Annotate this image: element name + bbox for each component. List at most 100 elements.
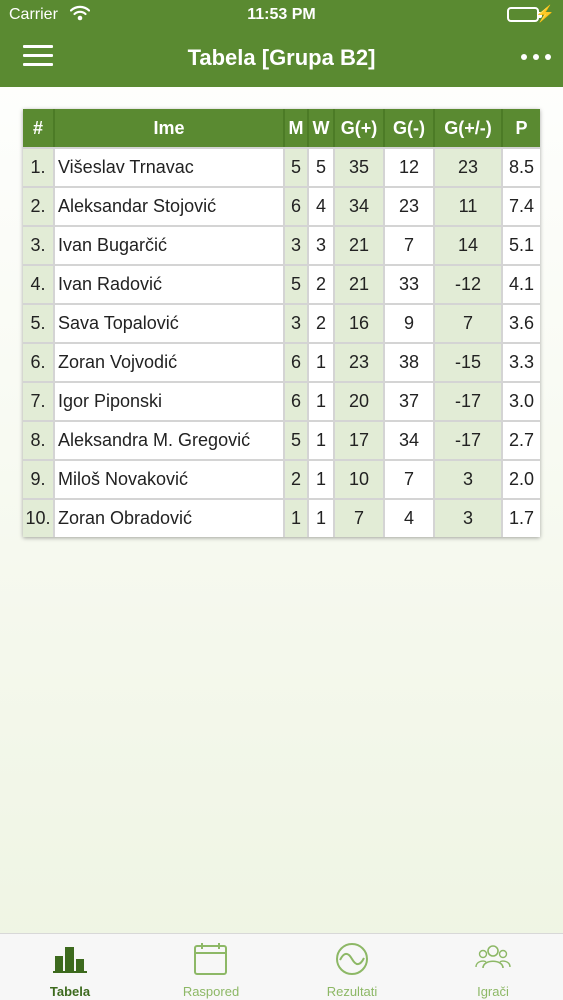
more-dots-icon[interactable] (519, 48, 553, 68)
table-row[interactable]: 4. Ivan Radović 5 2 21 33 -12 4.1 (23, 264, 540, 303)
wins-cell: 1 (309, 342, 335, 381)
matches-cell: 5 (285, 147, 309, 186)
rank-cell: 2. (23, 186, 55, 225)
matches-cell: 6 (285, 342, 309, 381)
column-header-matches[interactable]: M (285, 109, 309, 147)
scores-icon (336, 943, 368, 975)
rank-cell: 4. (23, 264, 55, 303)
rank-cell: 1. (23, 147, 55, 186)
goals-against-cell: 33 (385, 264, 435, 303)
rank-cell: 3. (23, 225, 55, 264)
table-row[interactable]: 8. Aleksandra M. Gregović 5 1 17 34 -17 2.7 (23, 420, 540, 459)
rank-cell: 9. (23, 459, 55, 498)
table-row[interactable]: 5. Sava Topalović 3 2 16 9 7 3.6 (23, 303, 540, 342)
player-name-cell: Sava Topalović (55, 303, 285, 342)
tab-label: Rezultati (326, 984, 378, 999)
column-header-name[interactable]: Ime (55, 109, 285, 147)
status-time: 11:53 PM (247, 6, 316, 23)
tab-raspored[interactable]: Raspored (141, 934, 281, 1000)
tab-label: Tabela (49, 984, 91, 999)
wins-cell: 1 (309, 498, 335, 537)
column-header-goal-difference[interactable]: G(+/-) (435, 109, 503, 147)
column-header-rank[interactable]: # (23, 109, 55, 147)
standings-table: # Ime M W G(+) G(-) G(+/-) P 1. Višeslav … (23, 109, 540, 537)
player-name-cell: Aleksandar Stojović (55, 186, 285, 225)
rank-cell: 5. (23, 303, 55, 342)
player-name-cell: Miloš Novaković (55, 459, 285, 498)
table-row[interactable]: 2. Aleksandar Stojović 6 4 34 23 11 7.4 (23, 186, 540, 225)
goals-against-cell: 7 (385, 459, 435, 498)
rank-cell: 8. (23, 420, 55, 459)
player-name-cell: Zoran Vojvodić (55, 342, 285, 381)
goals-for-cell: 21 (335, 264, 385, 303)
table-row[interactable]: 1. Višeslav Trnavac 5 5 35 12 23 8.5 (23, 147, 540, 186)
tab-bar: Tabela Raspored Rezultati Igrači (0, 933, 563, 1000)
wins-cell: 1 (309, 420, 335, 459)
goals-for-cell: 17 (335, 420, 385, 459)
matches-cell: 5 (285, 420, 309, 459)
goals-against-cell: 23 (385, 186, 435, 225)
hamburger-menu-icon[interactable] (23, 45, 53, 67)
tab-tabela[interactable]: Tabela (0, 934, 140, 1000)
column-header-wins[interactable]: W (309, 109, 335, 147)
points-cell: 2.0 (503, 459, 540, 498)
player-name-cell: Višeslav Trnavac (55, 147, 285, 186)
goals-against-cell: 12 (385, 147, 435, 186)
rank-cell: 6. (23, 342, 55, 381)
tab-rezultati[interactable]: Rezultati (282, 934, 422, 1000)
player-name-cell: Aleksandra M. Gregović (55, 420, 285, 459)
charging-icon: ⚡ (535, 6, 555, 23)
goals-for-cell: 7 (335, 498, 385, 537)
table-row[interactable]: 6. Zoran Vojvodić 6 1 23 38 -15 3.3 (23, 342, 540, 381)
status-bar: Carrier 11:53 PM ⚡ (0, 0, 563, 30)
wins-cell: 1 (309, 381, 335, 420)
goals-for-cell: 10 (335, 459, 385, 498)
goal-difference-cell: 3 (435, 459, 503, 498)
tab-label: Igrači (477, 984, 509, 999)
points-cell: 3.6 (503, 303, 540, 342)
goal-difference-cell: 14 (435, 225, 503, 264)
goal-difference-cell: -17 (435, 381, 503, 420)
goals-against-cell: 9 (385, 303, 435, 342)
points-cell: 5.1 (503, 225, 540, 264)
table-row[interactable]: 9. Miloš Novaković 2 1 10 7 3 2.0 (23, 459, 540, 498)
player-name-cell: Zoran Obradović (55, 498, 285, 537)
goals-against-cell: 34 (385, 420, 435, 459)
goals-for-cell: 16 (335, 303, 385, 342)
matches-cell: 2 (285, 459, 309, 498)
goal-difference-cell: -15 (435, 342, 503, 381)
table-row[interactable]: 7. Igor Piponski 6 1 20 37 -17 3.0 (23, 381, 540, 420)
goals-against-cell: 7 (385, 225, 435, 264)
points-cell: 3.0 (503, 381, 540, 420)
points-cell: 1.7 (503, 498, 540, 537)
wins-cell: 3 (309, 225, 335, 264)
matches-cell: 6 (285, 186, 309, 225)
table-header-row: # Ime M W G(+) G(-) G(+/-) P (23, 109, 540, 147)
goals-for-cell: 34 (335, 186, 385, 225)
player-name-cell: Ivan Radović (55, 264, 285, 303)
wins-cell: 2 (309, 264, 335, 303)
column-header-points[interactable]: P (503, 109, 540, 147)
wins-cell: 4 (309, 186, 335, 225)
player-name-cell: Ivan Bugarčić (55, 225, 285, 264)
goals-against-cell: 37 (385, 381, 435, 420)
player-name-cell: Igor Piponski (55, 381, 285, 420)
points-cell: 2.7 (503, 420, 540, 459)
tab-igraci[interactable]: Igrači (423, 934, 563, 1000)
goals-for-cell: 35 (335, 147, 385, 186)
goals-for-cell: 23 (335, 342, 385, 381)
table-row[interactable]: 10. Zoran Obradović 1 1 7 4 3 1.7 (23, 498, 540, 537)
goal-difference-cell: -17 (435, 420, 503, 459)
rank-cell: 7. (23, 381, 55, 420)
matches-cell: 6 (285, 381, 309, 420)
goal-difference-cell: 3 (435, 498, 503, 537)
matches-cell: 5 (285, 264, 309, 303)
column-header-goals-against[interactable]: G(-) (385, 109, 435, 147)
wins-cell: 1 (309, 459, 335, 498)
bar-chart-icon (53, 947, 87, 973)
goals-for-cell: 20 (335, 381, 385, 420)
goal-difference-cell: 11 (435, 186, 503, 225)
points-cell: 3.3 (503, 342, 540, 381)
column-header-goals-for[interactable]: G(+) (335, 109, 385, 147)
table-row[interactable]: 3. Ivan Bugarčić 3 3 21 7 14 5.1 (23, 225, 540, 264)
